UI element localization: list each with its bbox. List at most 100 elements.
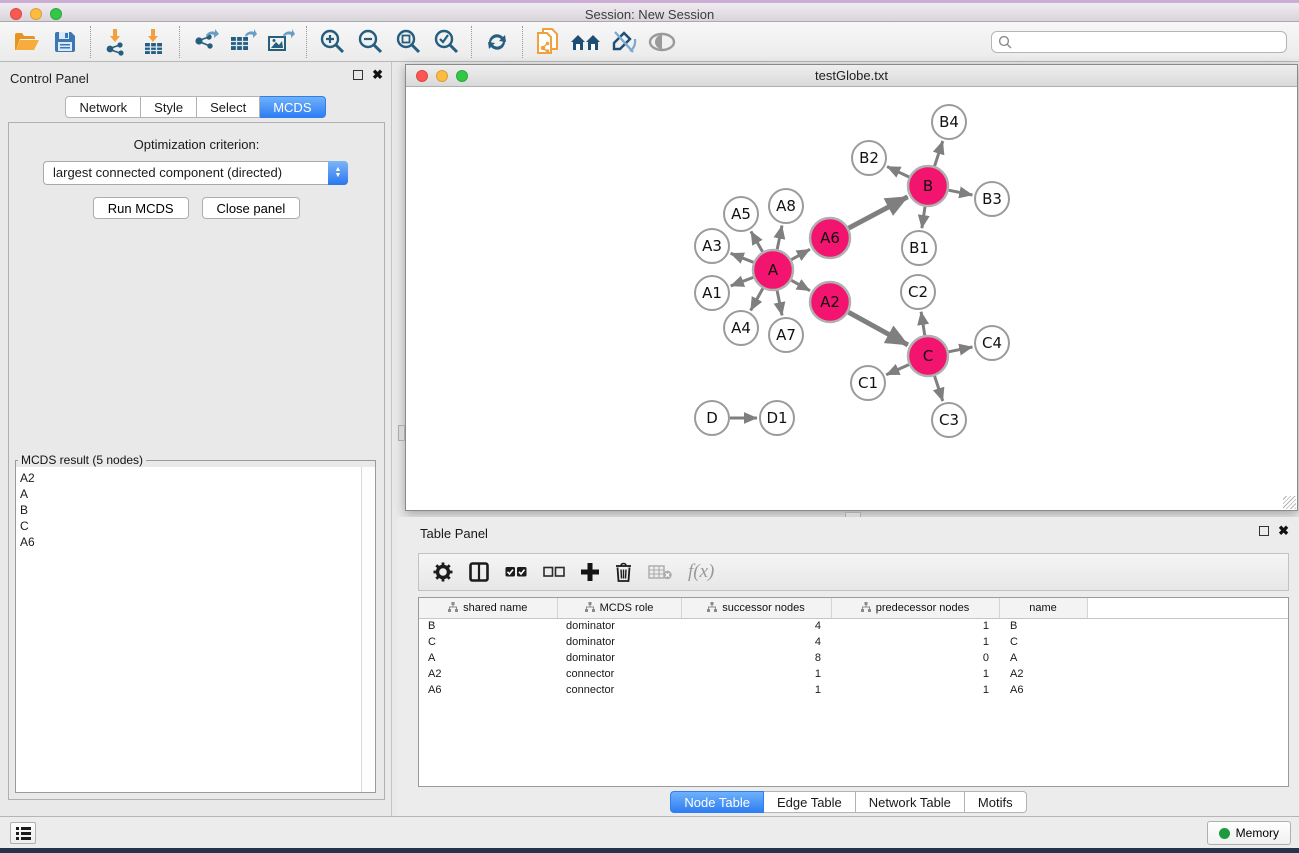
table-row[interactable]: A6connector11A6 (419, 682, 1288, 698)
graph-edge[interactable] (751, 288, 763, 310)
tab-node-table[interactable]: Node Table (670, 791, 764, 813)
zoom-in-button[interactable] (313, 25, 351, 59)
clone-network-button[interactable] (529, 25, 567, 59)
show-columns-button[interactable] (469, 562, 489, 582)
table-cell[interactable] (1087, 634, 1288, 650)
graph-edge[interactable] (935, 141, 943, 166)
graph-edge[interactable] (849, 197, 908, 228)
network-window-titlebar[interactable]: testGlobe.txt (406, 65, 1297, 87)
table-cell[interactable]: 1 (831, 682, 999, 698)
delete-table-button[interactable] (648, 564, 672, 580)
table-cell[interactable]: 4 (681, 634, 831, 650)
import-network-button[interactable] (97, 25, 135, 59)
table-cell[interactable]: A6 (999, 682, 1087, 698)
graph-edge[interactable] (731, 253, 754, 262)
optimization-criterion-select[interactable]: largest connected component (directed) ▲… (43, 161, 348, 185)
table-cell[interactable]: A2 (419, 666, 557, 682)
export-image-button[interactable] (262, 25, 300, 59)
graph-edge[interactable] (791, 249, 810, 259)
export-network-button[interactable] (186, 25, 224, 59)
table-row[interactable]: Adominator80A (419, 650, 1288, 666)
mcds-result-item[interactable]: A (20, 486, 361, 502)
graph-edge[interactable] (949, 347, 973, 352)
table-cell[interactable]: 1 (681, 682, 831, 698)
table-cell[interactable]: B (999, 618, 1087, 634)
table-cell[interactable] (1087, 650, 1288, 666)
table-cell[interactable]: B (419, 618, 557, 634)
apply-layout-button[interactable] (478, 25, 516, 59)
graph-edge[interactable] (731, 277, 754, 286)
graph-edge[interactable] (949, 190, 973, 195)
tab-network-table[interactable]: Network Table (856, 791, 965, 813)
deselect-all-button[interactable] (543, 566, 565, 578)
graph-edge[interactable] (777, 291, 782, 316)
table-row[interactable]: A2connector11A2 (419, 666, 1288, 682)
create-column-button[interactable] (581, 563, 599, 581)
hide-selected-button[interactable] (605, 25, 643, 59)
table-cell[interactable]: dominator (557, 618, 681, 634)
search-field[interactable] (991, 31, 1287, 53)
table-row[interactable]: Cdominator41C (419, 634, 1288, 650)
graph-edge[interactable] (791, 280, 810, 290)
open-file-button[interactable] (8, 25, 46, 59)
export-table-button[interactable] (224, 25, 262, 59)
mcds-result-item[interactable]: A6 (20, 534, 361, 550)
tab-motifs[interactable]: Motifs (965, 791, 1027, 813)
table-row[interactable]: Bdominator41B (419, 618, 1288, 634)
result-scrollbar[interactable] (361, 467, 375, 792)
tab-select[interactable]: Select (197, 96, 260, 118)
table-cell[interactable]: dominator (557, 650, 681, 666)
search-input[interactable] (1017, 35, 1280, 49)
zoom-selected-button[interactable] (427, 25, 465, 59)
close-panel-icon[interactable]: ✖ (372, 70, 383, 80)
table-cell[interactable]: 1 (681, 666, 831, 682)
vertical-splitter-handle[interactable] (398, 425, 405, 441)
window-resize-grip[interactable] (1283, 496, 1296, 509)
table-cell[interactable]: 1 (831, 618, 999, 634)
graph-edge[interactable] (921, 312, 925, 335)
float-table-panel-icon[interactable] (1259, 526, 1269, 536)
zoom-fit-button[interactable] (389, 25, 427, 59)
graph-edge[interactable] (848, 312, 907, 345)
mcds-result-item[interactable]: A2 (20, 470, 361, 486)
mcds-result-item[interactable]: C (20, 518, 361, 534)
table-cell[interactable]: C (999, 634, 1087, 650)
network-canvas[interactable]: B4B2BB3A5A8A6A3B1AA1C2A2A4A7C4CC1C3DD1 (406, 87, 1297, 510)
graph-edge[interactable] (935, 376, 943, 401)
table-cell[interactable]: connector (557, 682, 681, 698)
zoom-out-button[interactable] (351, 25, 389, 59)
column-header-shared-name[interactable]: shared name (419, 598, 557, 618)
tab-edge-table[interactable]: Edge Table (764, 791, 856, 813)
task-history-button[interactable] (10, 822, 36, 844)
select-all-button[interactable] (505, 566, 527, 578)
graph-edge[interactable] (922, 207, 925, 228)
table-cell[interactable]: C (419, 634, 557, 650)
network-close-button[interactable] (416, 70, 428, 82)
save-session-button[interactable] (46, 25, 84, 59)
column-header-mcds-role[interactable]: MCDS role (557, 598, 681, 618)
table-cell[interactable]: 1 (831, 666, 999, 682)
graph-edge[interactable] (777, 226, 782, 250)
table-cell[interactable]: 0 (831, 650, 999, 666)
table-mode-button[interactable] (433, 562, 453, 582)
column-header-successor-nodes[interactable]: successor nodes (681, 598, 831, 618)
table-cell[interactable] (1087, 666, 1288, 682)
graph-edge[interactable] (887, 167, 909, 177)
close-table-panel-icon[interactable]: ✖ (1278, 526, 1289, 536)
show-graphics-details-button[interactable] (643, 25, 681, 59)
table-cell[interactable]: dominator (557, 634, 681, 650)
close-panel-button[interactable]: Close panel (202, 197, 301, 219)
tab-style[interactable]: Style (141, 96, 197, 118)
delete-columns-button[interactable] (615, 562, 632, 582)
column-header-name[interactable]: name (999, 598, 1087, 618)
float-panel-icon[interactable] (353, 70, 363, 80)
table-cell[interactable]: 1 (831, 634, 999, 650)
mcds-result-item[interactable]: B (20, 502, 361, 518)
table-cell[interactable] (1087, 682, 1288, 698)
network-maximize-button[interactable] (456, 70, 468, 82)
network-minimize-button[interactable] (436, 70, 448, 82)
table-cell[interactable]: 4 (681, 618, 831, 634)
table-cell[interactable]: connector (557, 666, 681, 682)
table-cell[interactable]: A (419, 650, 557, 666)
graph-edge[interactable] (886, 365, 909, 375)
